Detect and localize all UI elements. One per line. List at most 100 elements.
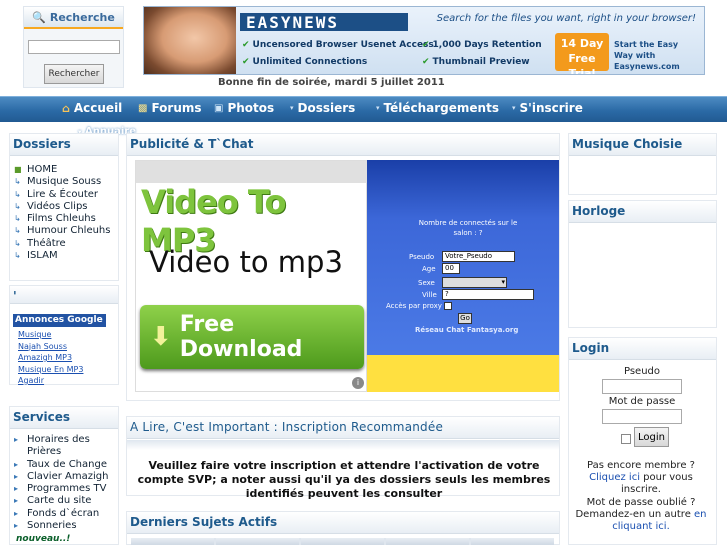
bullet-icon: ▸ <box>14 459 19 469</box>
bullet-icon: ▸ <box>14 496 19 506</box>
search-input[interactable] <box>28 40 120 54</box>
chat-proxy-label: Accès par proxy <box>386 302 442 310</box>
ad-top-strip <box>136 161 368 183</box>
nav-accueil[interactable]: ⌂ Accueil <box>62 101 122 115</box>
chat-connected: Nombre de connectés sur le salon : ? <box>418 219 518 237</box>
google-ads-title[interactable]: Annonces Google <box>13 314 106 327</box>
inscription-message: Veuillez faire votre inscription et atte… <box>137 459 551 500</box>
banner-feature: ✔ Uncensored Browser Usenet Access <box>242 40 434 50</box>
banner-tagline: Search for the files you want, right in … <box>436 13 696 24</box>
easynews-banner[interactable]: EASYNEWS Search for the files you want, … <box>143 6 705 75</box>
services-panel: Services ▸ Horaires des Prières ▸ Taux de … <box>9 406 119 545</box>
services-title: Services <box>10 407 118 429</box>
dossier-item[interactable]: ↳ Lire & Écouter <box>14 189 118 201</box>
chat-network-link[interactable]: Réseau Chat Fantasya.org <box>415 326 518 334</box>
service-item[interactable]: ▸ Horaires des Prières <box>14 434 118 459</box>
ads-panel-dot: ' <box>13 289 17 303</box>
video-to-mp3-ad[interactable]: Video To MP3 Video to mp3 ⬇ Free Downloa… <box>135 160 368 392</box>
recent-topics-title: Derniers Sujets Actifs <box>127 512 559 534</box>
arrow-icon: ↳ <box>14 214 21 224</box>
nav-forums[interactable]: ▩ Forums <box>138 101 202 115</box>
bullet-icon: ▸ <box>14 508 19 518</box>
service-item[interactable]: ▸ Carte du site <box>14 495 118 507</box>
video-ad-subtitle: Video to mp3 <box>149 245 343 279</box>
chat-proxy-checkbox[interactable] <box>444 302 452 310</box>
download-arrow-icon: ⬇ <box>150 322 172 352</box>
ad-link[interactable]: Musique <box>18 329 83 341</box>
remember-checkbox[interactable] <box>621 434 631 444</box>
chat-ville-label: Ville <box>422 291 437 299</box>
dossier-item[interactable]: ↳ Théâtre <box>14 238 118 250</box>
inscription-panel: A Lire, C'est Important : Inscription Re… <box>126 416 560 500</box>
banner-logo: EASYNEWS <box>240 13 408 32</box>
chat-go-button[interactable]: Go <box>458 313 472 324</box>
arrow-icon: ↳ <box>14 189 21 199</box>
panel-fade <box>127 440 559 450</box>
banner-feature: ✔ 1,000 Days Retention <box>422 40 542 50</box>
banner-trial: 14 Day Free Trial <box>555 33 609 74</box>
photo-icon: ▣ <box>214 102 224 114</box>
nav-dossiers[interactable]: ▾ Dossiers <box>290 101 355 115</box>
music-panel: Musique Choisie <box>568 133 717 195</box>
arrow-icon: ↳ <box>14 238 21 248</box>
chat-age-input[interactable]: 00 <box>442 263 460 274</box>
ad-link[interactable]: Agadir <box>18 375 83 387</box>
check-icon: ✔ <box>422 40 430 50</box>
nav-photos[interactable]: ▣ Photos <box>214 101 274 115</box>
home-icon: ⌂ <box>62 101 70 115</box>
music-title: Musique Choisie <box>569 134 716 156</box>
ad-link[interactable]: Najah Souss <box>18 341 83 353</box>
service-item[interactable]: ▸ Taux de Change <box>14 459 118 471</box>
chat-sexe-select[interactable]: ▾ <box>442 277 507 288</box>
service-item[interactable]: ▸ Programmes TV <box>14 483 118 495</box>
chat-ville-input[interactable]: ? <box>442 289 534 300</box>
arrow-icon: ↳ <box>14 226 21 236</box>
chat-widget: Nombre de connectés sur le salon : ? Pse… <box>367 160 559 392</box>
dossier-item[interactable]: ↳ Films Chleuhs <box>14 213 118 225</box>
login-panel: Login Pseudo Mot de passe <box>568 337 717 545</box>
chat-age-label: Age <box>422 265 436 273</box>
greeting-date: Bonne fin de soirée, mardi 5 juillet 201… <box>218 77 445 88</box>
service-item[interactable]: ▸ Fonds d`écran <box>14 508 118 520</box>
chat-sexe-label: Sexe <box>418 279 435 287</box>
nav-telechargements[interactable]: ▾ Téléchargements <box>376 101 499 115</box>
pub-chat-title: Publicité & T`Chat <box>127 134 559 156</box>
dossier-item[interactable]: ↳ Humour Chleuhs <box>14 225 118 237</box>
dossier-item[interactable]: ↳ Musique Souss <box>14 176 118 188</box>
dossier-item[interactable]: ↳ Vidéos Clips <box>14 201 118 213</box>
inscription-title: A Lire, C'est Important : Inscription Re… <box>127 417 559 439</box>
dossier-item-home[interactable]: ■ HOME <box>14 164 118 176</box>
recent-topics-header-row <box>131 538 554 545</box>
bullet-icon: ▸ <box>14 435 19 444</box>
banner-photo <box>144 7 236 74</box>
arrow-icon: ↳ <box>14 251 21 261</box>
ad-link[interactable]: Musique En MP3 <box>18 364 83 376</box>
forum-icon: ▩ <box>138 102 148 114</box>
banner-feature: ✔ Thumbnail Preview <box>422 57 530 67</box>
nav-sinscrire[interactable]: ▾ S'inscrire <box>512 101 583 115</box>
login-password-input[interactable] <box>602 409 682 424</box>
chat-pseudo-label: Pseudo <box>409 253 435 261</box>
arrow-icon: ↳ <box>14 177 21 187</box>
check-icon: ✔ <box>242 40 250 50</box>
ad-link[interactable]: Amazigh MP3 <box>18 352 83 364</box>
check-icon: ✔ <box>242 57 250 67</box>
search-button[interactable]: Rechercher <box>44 64 104 84</box>
clock-panel: Horloge <box>568 200 717 328</box>
chat-pseudo-input[interactable]: Votre_Pseudo <box>442 251 515 262</box>
chevron-down-icon: ▾ <box>512 104 516 112</box>
services-list: ▸ Horaires des Prières ▸ Taux de Change ▸ C… <box>10 434 118 532</box>
banner-feature: ✔ Unlimited Connections <box>242 57 368 67</box>
service-item[interactable]: ▸ Clavier Amazigh <box>14 471 118 483</box>
ad-info-icon[interactable]: i <box>352 377 364 389</box>
dossiers-list: ■ HOME ↳ Musique Souss ↳ Lire & Écouter ↳ Vi… <box>10 164 118 262</box>
service-item[interactable]: ▸ Sonneries <box>14 520 118 532</box>
search-icon: 🔍 <box>32 10 46 24</box>
home-icon: ■ <box>14 165 22 174</box>
free-download-button[interactable]: ⬇ Free Download <box>140 305 364 369</box>
google-ads-list: Musique Najah Souss Amazigh MP3 Musique … <box>18 329 83 387</box>
new-label: nouveau..! <box>16 534 71 544</box>
dossier-item[interactable]: ↳ ISLAM <box>14 250 118 262</box>
chevron-down-icon: ▾ <box>501 278 505 286</box>
login-pseudo-input[interactable] <box>602 379 682 394</box>
